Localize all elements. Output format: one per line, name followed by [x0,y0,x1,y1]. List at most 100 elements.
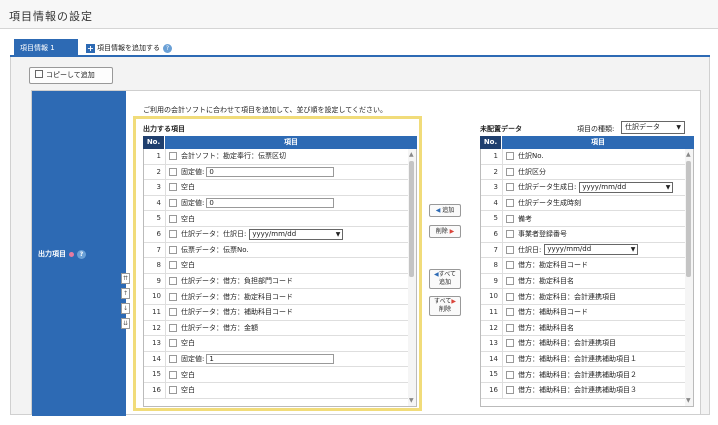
add-button[interactable]: ◀ 追加 [429,204,461,217]
help-circle-icon[interactable]: ? [163,43,172,53]
row-checkbox[interactable] [506,245,514,254]
row-label: 固定値: [181,355,205,364]
output-list-scrollbar[interactable]: ▲ ▼ [408,149,416,406]
add-all-button[interactable]: ◀すべて 追加 [429,269,461,289]
list-item[interactable]: 13 空白 [144,336,416,352]
list-item[interactable]: 6 仕訳データ：仕訳日: yyyy/mm/dd ▼ [144,226,416,243]
list-item[interactable]: 11 仕訳データ：借方：補助科目コード [144,304,416,321]
row-checkbox[interactable] [169,339,177,348]
list-item[interactable]: 3 仕訳データ生成日: yyyy/mm/dd ▼ [481,180,693,196]
scroll-up-icon[interactable]: ▲ [409,151,414,158]
row-checkbox[interactable] [506,370,514,379]
row-checkbox[interactable] [506,261,514,270]
date-format-select[interactable]: yyyy/mm/dd ▼ [579,181,674,193]
row-checkbox[interactable] [169,292,177,301]
unassigned-list-body[interactable]: 1 仕訳No. 2 仕訳区分 3 仕訳データ生成日: yyyy/mm/dd ▼ 4 仕訳データ生成… [480,149,694,407]
list-item[interactable]: 14 借方：補助科目：会計連携補助項目１ [481,351,693,368]
row-label: 仕訳データ生成時刻 [518,199,581,208]
row-checkbox[interactable] [169,261,177,270]
remove-all-button[interactable]: すべて▶ 削除 [429,296,461,316]
tab-item-info-1[interactable]: 項目情報 1 [14,39,78,57]
row-checkbox[interactable] [169,386,177,395]
list-item[interactable]: 14 固定値: 1 [144,351,416,368]
row-checkbox[interactable] [169,199,177,208]
row-checkbox[interactable] [506,199,514,208]
row-checkbox[interactable] [506,167,514,176]
list-item[interactable]: 5 備考 [481,211,693,227]
column-header-no: No. [480,136,502,149]
row-checkbox[interactable] [169,245,177,254]
unassigned-list-scrollbar[interactable]: ▲ ▼ [685,149,693,406]
list-item[interactable]: 12 借方：補助科目名 [481,320,693,337]
list-item[interactable]: 10 仕訳データ：借方：勘定科目コード [144,289,416,305]
row-checkbox[interactable] [169,277,177,286]
row-checkbox[interactable] [169,355,177,364]
list-item[interactable]: 1 仕訳No. [481,149,693,165]
list-item[interactable]: 8 空白 [144,258,416,274]
row-checkbox[interactable] [506,339,514,348]
scroll-thumb[interactable] [686,161,691,277]
scroll-down-icon[interactable]: ▼ [409,397,414,404]
row-label: 仕訳データ：借方：補助科目コード [181,308,293,317]
row-checkbox[interactable] [506,386,514,395]
move-top-button[interactable]: ⇈ [121,273,130,284]
row-checkbox[interactable] [506,214,514,223]
list-item[interactable]: 12 仕訳データ：借方：金額 [144,320,416,337]
row-checkbox[interactable] [169,308,177,317]
row-checkbox[interactable] [169,370,177,379]
scroll-thumb[interactable] [409,161,414,277]
row-label: 借方：補助科目：会計連携項目 [518,339,616,348]
row-checkbox[interactable] [169,230,177,239]
row-checkbox[interactable] [169,167,177,176]
row-number: 7 [144,242,166,258]
list-item[interactable]: 4 仕訳データ生成時刻 [481,195,693,212]
date-format-select[interactable]: yyyy/mm/dd ▼ [544,244,639,256]
row-checkbox[interactable] [506,355,514,364]
scroll-up-icon[interactable]: ▲ [686,151,691,158]
fixed-value-input[interactable]: 0 [206,166,335,177]
copy-add-button[interactable]: コピーして追加 [29,67,113,84]
list-item[interactable]: 3 空白 [144,180,416,196]
list-item[interactable]: 7 仕訳日: yyyy/mm/dd ▼ [481,242,693,259]
list-item[interactable]: 8 借方：勘定科目コード [481,258,693,274]
move-bottom-button[interactable]: ⇊ [121,318,130,329]
list-item[interactable]: 15 空白 [144,367,416,383]
row-checkbox[interactable] [506,152,514,161]
row-checkbox[interactable] [169,323,177,332]
list-item[interactable]: 9 借方：勘定科目名 [481,273,693,290]
remove-button[interactable]: 削除 ▶ [429,225,461,238]
help-circle-icon[interactable]: ? [77,249,86,259]
list-item[interactable]: 1 会計ソフト：勘定奉行：伝票区切 [144,149,416,165]
move-up-button[interactable]: ↑ [121,288,130,299]
fixed-value-input[interactable]: 1 [206,354,335,365]
row-checkbox[interactable] [506,183,514,192]
row-checkbox[interactable] [169,214,177,223]
row-checkbox[interactable] [506,323,514,332]
row-checkbox[interactable] [169,152,177,161]
move-down-button[interactable]: ↓ [121,303,130,314]
row-checkbox[interactable] [506,277,514,286]
add-item-info-tab[interactable]: + 項目情報を追加する? [86,40,172,56]
list-item[interactable]: 2 仕訳区分 [481,164,693,181]
date-format-select[interactable]: yyyy/mm/dd ▼ [249,228,344,240]
row-checkbox[interactable] [506,308,514,317]
list-item[interactable]: 4 固定値: 0 [144,195,416,212]
row-checkbox[interactable] [506,292,514,301]
kind-select[interactable]: 仕訳データ ▼ [621,121,685,134]
row-checkbox[interactable] [169,183,177,192]
list-item[interactable]: 10 借方：勘定科目：会計連携項目 [481,289,693,305]
list-item[interactable]: 9 仕訳データ：借方：負担部門コード [144,273,416,290]
list-item[interactable]: 5 空白 [144,211,416,227]
list-item[interactable]: 15 借方：補助科目：会計連携補助項目２ [481,367,693,383]
row-checkbox[interactable] [506,230,514,239]
list-item[interactable]: 16 空白 [144,382,416,399]
list-item[interactable]: 16 借方：補助科目：会計連携補助項目３ [481,382,693,399]
list-item[interactable]: 6 事業者登録番号 [481,226,693,243]
fixed-value-input[interactable]: 0 [206,198,335,209]
list-item[interactable]: 2 固定値: 0 [144,164,416,181]
list-item[interactable]: 7 伝票データ：伝票No. [144,242,416,259]
scroll-down-icon[interactable]: ▼ [686,397,691,404]
list-item[interactable]: 13 借方：補助科目：会計連携項目 [481,336,693,352]
output-list-body[interactable]: 1 会計ソフト：勘定奉行：伝票区切 2 固定値: 0 3 空白 4 固定値: 0 5 空白 6 仕訳データ… [143,149,417,407]
list-item[interactable]: 11 借方：補助科目コード [481,304,693,321]
